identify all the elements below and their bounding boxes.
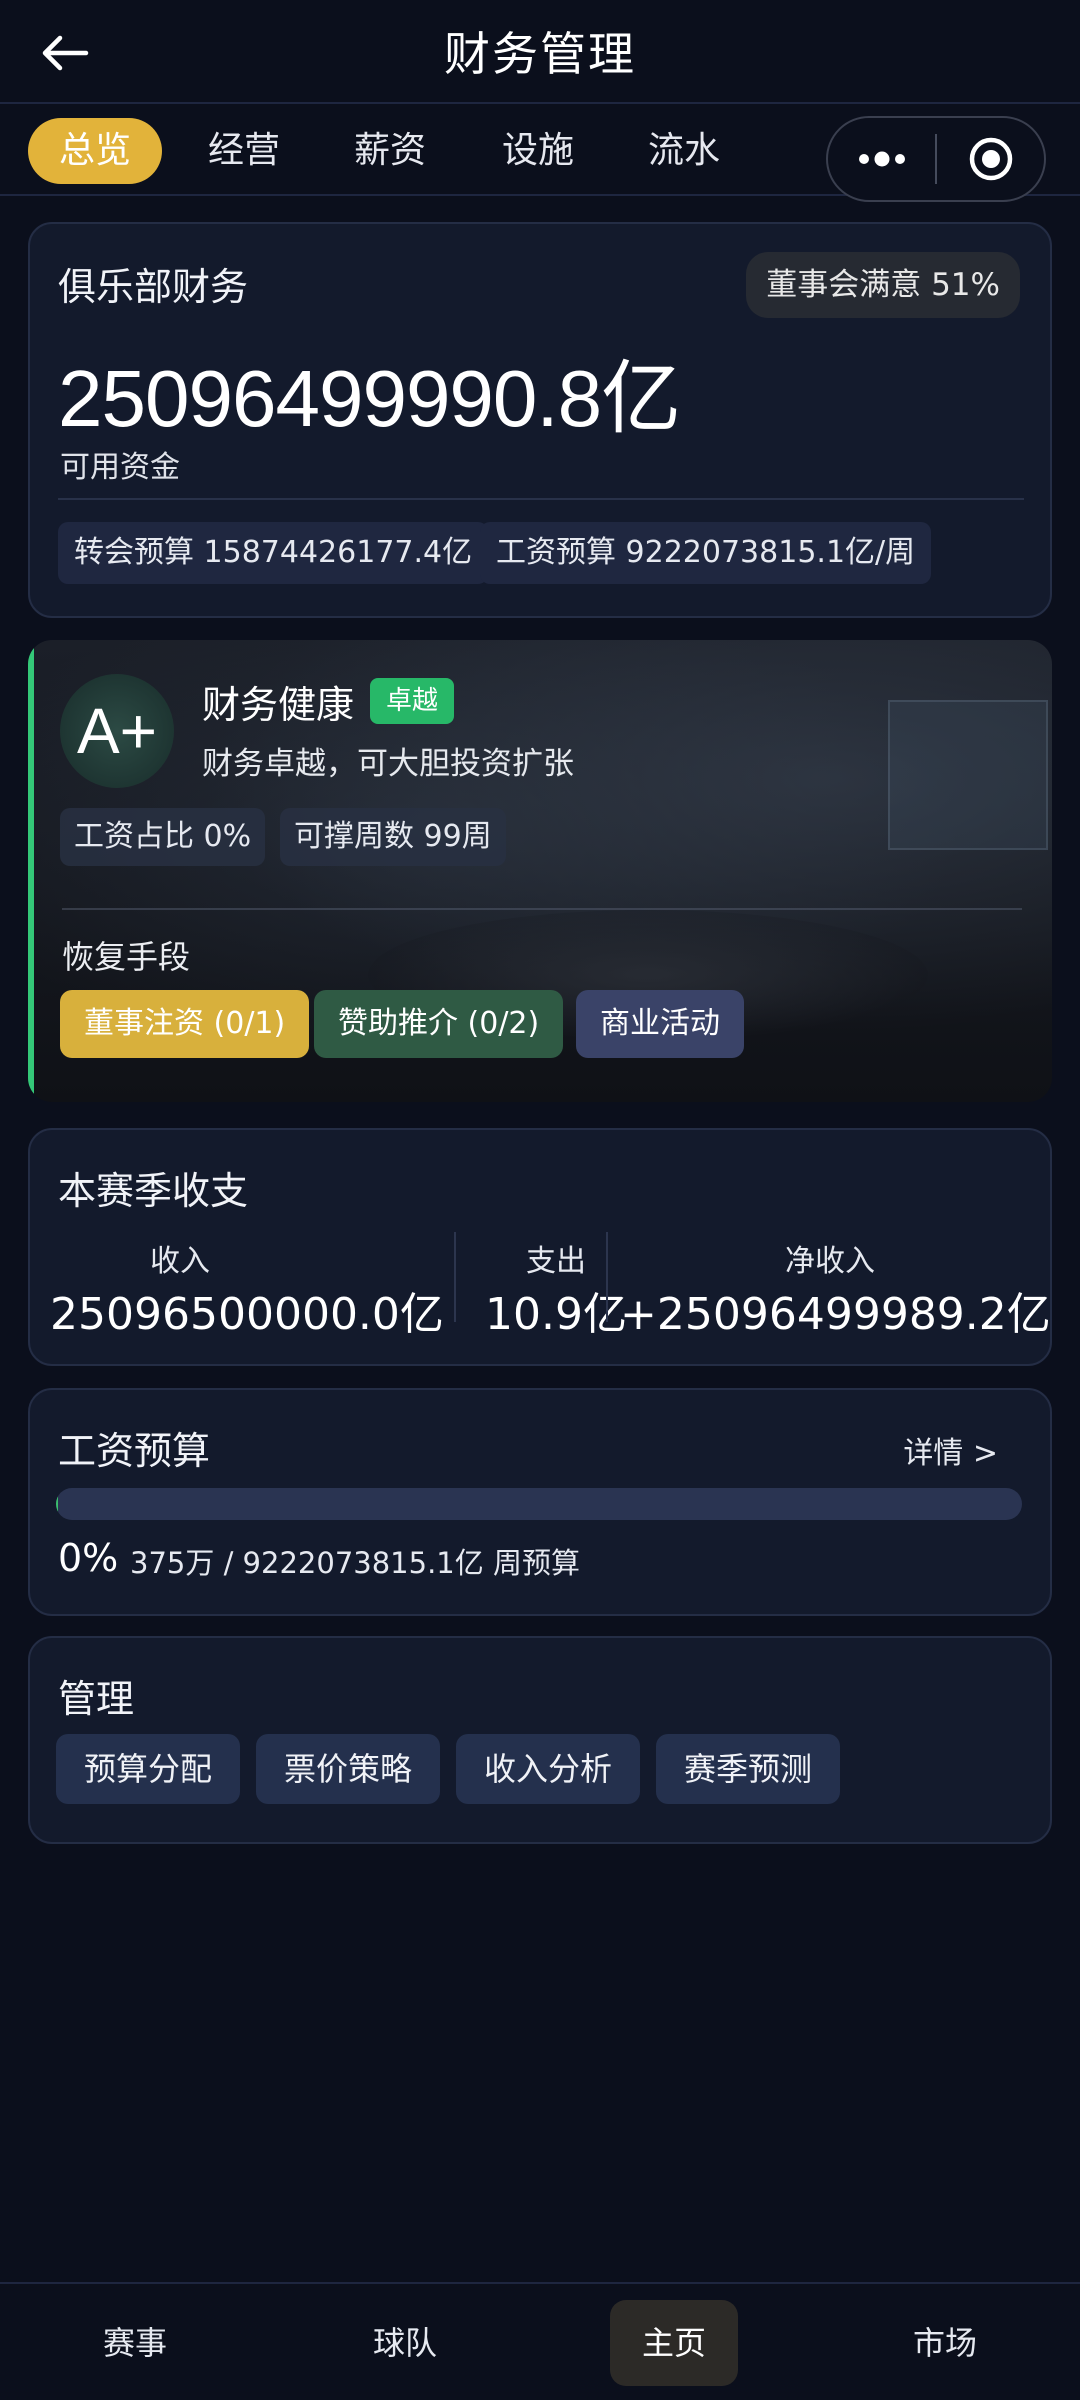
nav-matches[interactable]: 赛事	[60, 2300, 210, 2386]
bottom-navigation: 赛事 球队 主页 市场	[0, 2282, 1080, 2400]
commercial-activity-button[interactable]: 商业活动	[576, 990, 744, 1058]
available-funds-value: 25096499990.8亿	[58, 354, 681, 443]
budget-allocation-button[interactable]: 预算分配	[56, 1734, 241, 1804]
health-divider	[62, 908, 1022, 910]
tab-overview[interactable]: 总览	[28, 118, 162, 184]
miniprogram-capsule	[826, 116, 1046, 202]
tab-operations[interactable]: 经营	[192, 118, 296, 184]
tab-salary[interactable]: 薪资	[338, 118, 442, 184]
net-income-label: 净收入	[785, 1244, 875, 1279]
expense-value: 10.9亿	[485, 1289, 627, 1340]
weeks-sustainable-chip: 可撑周数 99周	[280, 808, 506, 866]
wage-ratio-chip: 工资占比 0%	[60, 808, 266, 866]
background-window	[888, 700, 1048, 850]
nav-market[interactable]: 市场	[870, 2300, 1020, 2386]
page-title: 财务管理	[444, 27, 636, 81]
season-income-card: 本赛季收支 收入 25096500000.0亿 支出 10.9亿 净收入 +25…	[28, 1128, 1052, 1366]
expense-divider	[606, 1232, 608, 1322]
salary-budget-title: 工资预算	[58, 1429, 211, 1473]
club-finance-card: 俱乐部财务 董事会满意 51% 25096499990.8亿 可用资金 转会预算…	[28, 222, 1052, 618]
wage-budget-chip: 工资预算 9222073815.1亿/周	[480, 522, 932, 584]
health-description: 财务卓越，可大胆投资扩张	[202, 746, 574, 782]
financial-health-title: 财务健康	[202, 683, 355, 727]
manage-title: 管理	[58, 1677, 135, 1721]
salary-percent: 0%	[58, 1536, 119, 1580]
board-investment-button[interactable]: 董事注资 (0/1)	[60, 990, 310, 1058]
club-finance-title: 俱乐部财务	[58, 265, 249, 309]
season-forecast-button[interactable]: 赛季预测	[656, 1734, 841, 1804]
salary-progress-bar	[56, 1488, 1022, 1520]
salary-progress-fill	[56, 1488, 58, 1520]
expense-label: 支出	[526, 1244, 586, 1279]
income-divider	[454, 1232, 456, 1322]
nav-team[interactable]: 球队	[330, 2300, 480, 2386]
header-bar: 财务管理	[0, 0, 1080, 104]
back-button[interactable]	[38, 26, 92, 80]
close-target-button[interactable]	[937, 116, 1044, 202]
tab-transactions[interactable]: 流水	[632, 118, 736, 184]
back-arrow-icon	[42, 35, 89, 71]
more-dots-icon	[858, 151, 905, 167]
salary-budget-text: 375万 / 9222073815.1亿 周预算	[130, 1546, 580, 1580]
status-badge: 卓越	[370, 678, 455, 724]
more-button[interactable]	[828, 116, 935, 202]
transfer-budget-chip: 转会预算 15874426177.4亿	[58, 522, 489, 584]
income-value: 25096500000.0亿	[50, 1289, 444, 1340]
available-funds-label: 可用资金	[60, 450, 180, 485]
income-label: 收入	[150, 1244, 210, 1279]
recovery-label: 恢复手段	[62, 938, 191, 976]
ticket-pricing-button[interactable]: 票价策略	[256, 1734, 441, 1804]
health-accent-bar	[28, 640, 34, 1102]
salary-budget-card: 工资预算 详情 > 0% 375万 / 9222073815.1亿 周预算	[28, 1388, 1052, 1616]
net-income-value: +25096499989.2亿	[620, 1289, 1051, 1340]
target-circle-icon	[969, 137, 1012, 181]
sponsor-promotion-button[interactable]: 赞助推介 (0/2)	[314, 990, 564, 1058]
manage-card: 管理 预算分配 票价策略 收入分析 赛季预测	[28, 1636, 1052, 1844]
nav-home[interactable]: 主页	[610, 2300, 738, 2386]
finance-divider	[58, 498, 1024, 500]
tab-facilities[interactable]: 设施	[486, 118, 590, 184]
season-income-title: 本赛季收支	[58, 1169, 249, 1213]
details-link[interactable]: 详情 >	[903, 1428, 998, 1472]
financial-health-card: A+ 财务健康 卓越 财务卓越，可大胆投资扩张 工资占比 0% 可撑周数 99周…	[28, 640, 1052, 1102]
board-satisfaction-badge: 董事会满意 51%	[746, 252, 1020, 318]
income-analysis-button[interactable]: 收入分析	[456, 1734, 641, 1804]
grade-badge: A+	[60, 674, 174, 788]
